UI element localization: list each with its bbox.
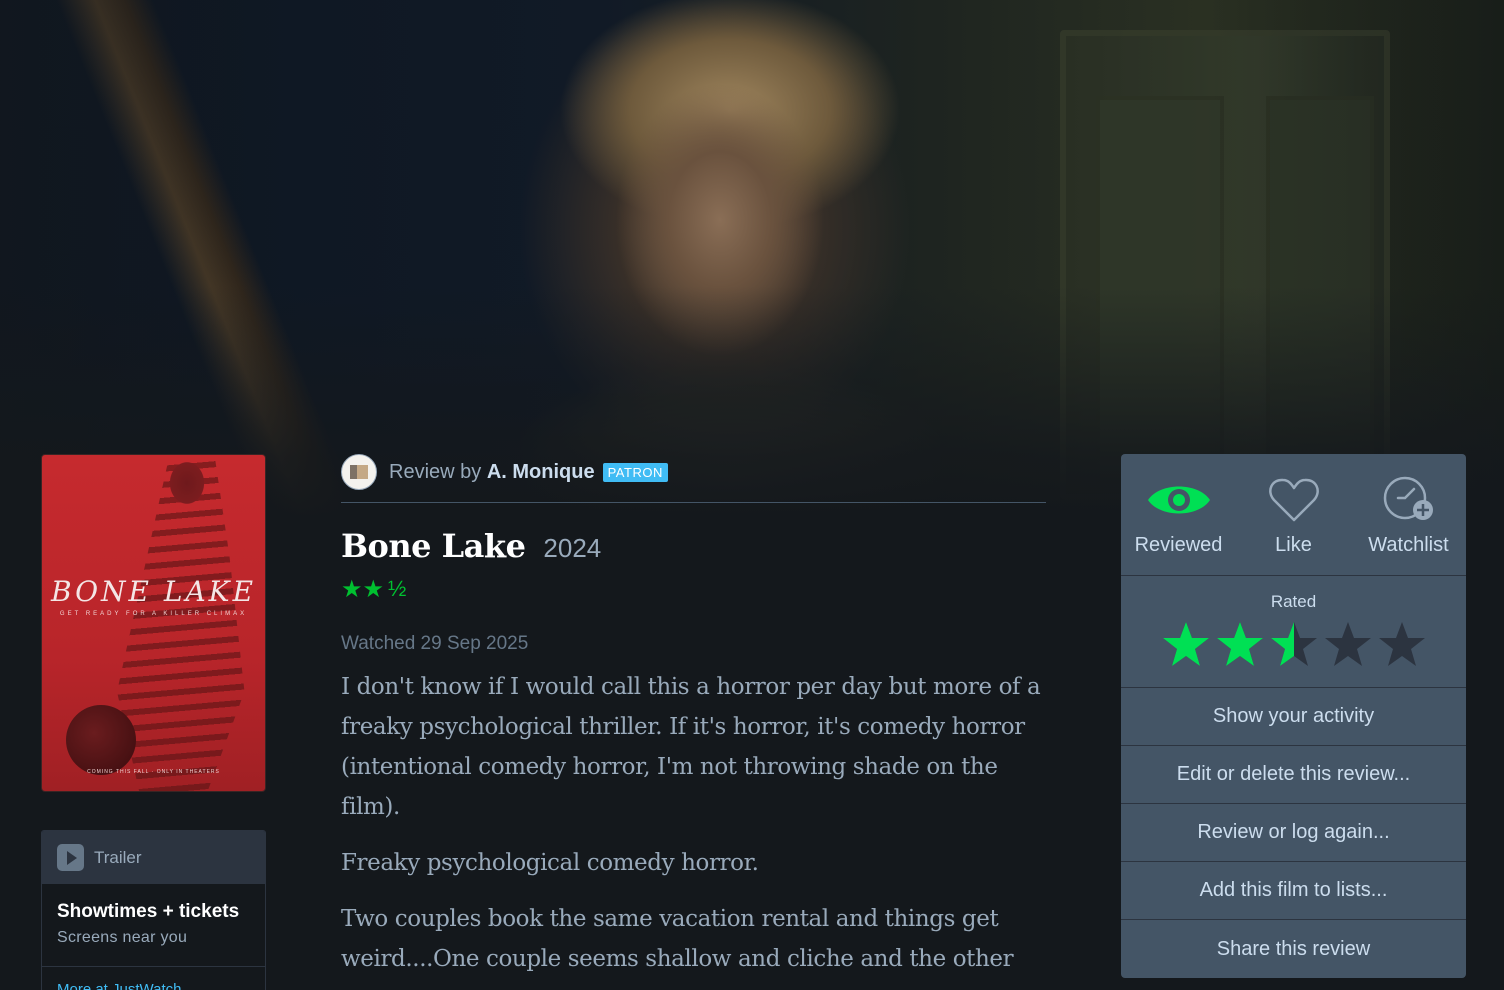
poster-tagline: GET READY FOR A KILLER CLIMAX — [59, 611, 248, 617]
rating-star-icon[interactable] — [1323, 620, 1373, 668]
like-label: Like — [1275, 534, 1312, 556]
review-column: Review by A. Monique PATRON Bone Lake 20… — [341, 454, 1046, 990]
play-icon — [57, 844, 84, 871]
rating-star-icon[interactable] — [1377, 620, 1427, 668]
review-byline: Review by A. Monique PATRON — [341, 454, 1046, 490]
backdrop-fade — [0, 0, 1504, 520]
rating-half: ½ — [388, 576, 407, 601]
poster-footer: COMING THIS FALL · ONLY IN THEATERS — [87, 769, 220, 775]
showtimes-link[interactable]: Showtimes + tickets Screens near you — [42, 885, 265, 967]
rating-star-icon[interactable] — [1269, 620, 1319, 668]
review-paragraph: I don't know if I would call this a horr… — [341, 674, 1041, 820]
more-link[interactable]: More at JustWatch — [42, 967, 265, 990]
trailer-label: Trailer — [94, 847, 142, 867]
trailer-link[interactable]: Trailer — [42, 831, 265, 885]
edit-review-button[interactable]: Edit or delete this review... — [1121, 746, 1466, 804]
review-body: I don't know if I would call this a horr… — [341, 667, 1046, 979]
film-title-line: Bone Lake 2024 — [341, 527, 1046, 565]
reviewed-label: Reviewed — [1134, 534, 1223, 556]
reviewed-button[interactable]: Reviewed — [1121, 454, 1236, 575]
watch-options-box: Trailer Showtimes + tickets Screens near… — [41, 830, 266, 990]
share-review-button[interactable]: Share this review — [1121, 920, 1466, 978]
poster-title: BONE LAKE — [50, 575, 257, 608]
rating-star-icon[interactable] — [1161, 620, 1211, 668]
eye-icon — [1147, 486, 1210, 514]
backdrop-image — [0, 0, 1504, 520]
watchlist-button[interactable]: Watchlist — [1351, 454, 1466, 575]
review-again-button[interactable]: Review or log again... — [1121, 804, 1466, 862]
review-paragraph: Two couples book the same vacation renta… — [341, 906, 1014, 972]
rating-stars: ★★ — [341, 575, 385, 603]
showtimes-subtitle: Screens near you — [57, 929, 188, 946]
film-title[interactable]: Bone Lake — [341, 527, 526, 565]
watched-date: Watched 29 Sep 2025 — [341, 633, 529, 654]
rated-label: Rated — [1270, 592, 1317, 611]
film-poster[interactable]: BONE LAKE GET READY FOR A KILLER CLIMAX … — [41, 454, 266, 792]
author-avatar[interactable] — [341, 454, 377, 490]
review-rating: ★★ ½ — [341, 575, 1046, 603]
patron-badge: PATRON — [602, 462, 668, 482]
like-button[interactable]: Like — [1236, 454, 1351, 575]
byline-text: Review by A. Monique — [389, 461, 595, 484]
byline-divider — [341, 502, 1046, 503]
heart-icon — [1268, 478, 1319, 522]
rating-section: Rated — [1121, 576, 1466, 688]
film-year[interactable]: 2024 — [543, 533, 601, 564]
rating-star-icon[interactable] — [1215, 620, 1265, 668]
review-paragraph: Freaky psychological comedy horror. — [341, 850, 759, 876]
byline-prefix: Review by — [389, 460, 482, 483]
show-activity-button[interactable]: Show your activity — [1121, 688, 1466, 746]
action-row: Reviewed Like Watchlist — [1121, 454, 1466, 576]
clock-plus-icon — [1383, 476, 1433, 520]
watchlist-label: Watchlist — [1368, 534, 1449, 556]
rating-stars-widget[interactable] — [1121, 620, 1466, 668]
poster-orb-art — [66, 705, 136, 775]
author-name[interactable]: A. Monique — [487, 461, 595, 483]
actions-panel: Reviewed Like Watchlist Rated Show your … — [1121, 454, 1466, 978]
showtimes-title: Showtimes + tickets — [57, 901, 240, 922]
add-to-lists-button[interactable]: Add this film to lists... — [1121, 862, 1466, 920]
